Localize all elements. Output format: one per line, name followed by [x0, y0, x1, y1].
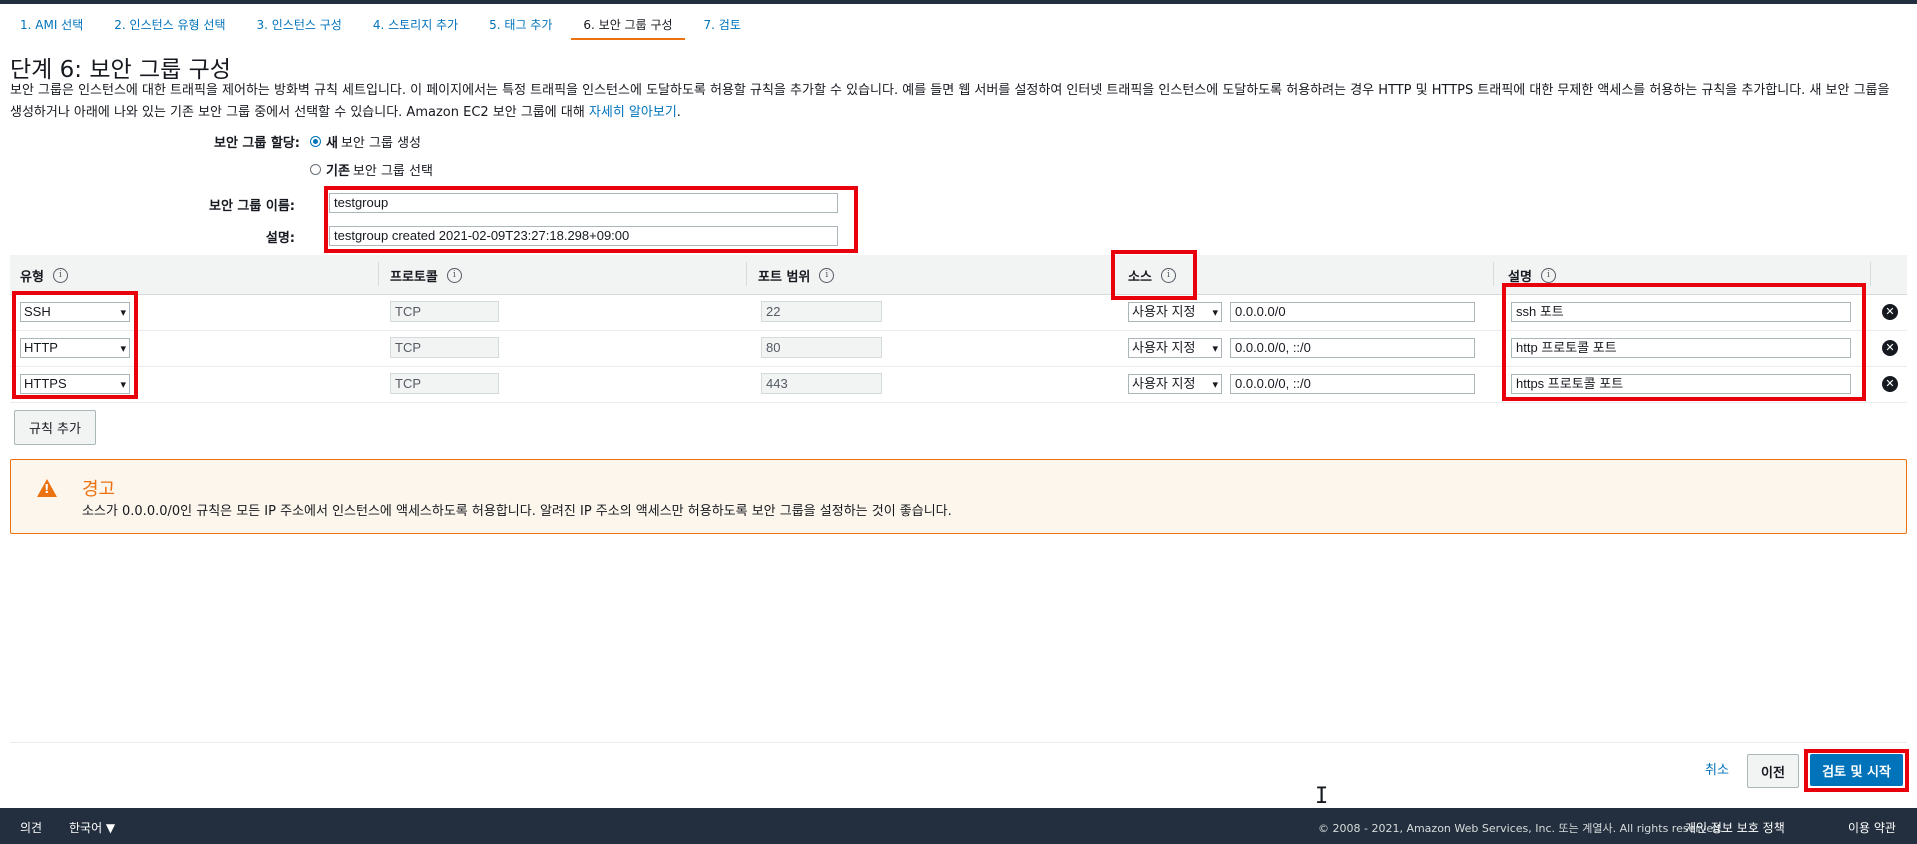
source-mode-select[interactable]: 사용자 지정 ▾ — [1128, 338, 1222, 358]
radio-existing-group[interactable]: 기존 보안 그룹 선택 — [310, 160, 433, 179]
highlight-box-description — [1502, 283, 1866, 401]
protocol-field: TCP — [390, 373, 499, 394]
warning-text: 소스가 0.0.0.0/0인 규칙은 모든 IP 주소에서 인스턴스에 액세스하… — [82, 504, 952, 519]
group-description-label: 설명: — [265, 231, 295, 246]
assignment-label: 보안 그룹 할당: — [213, 136, 300, 151]
info-icon[interactable]: i — [446, 268, 462, 283]
footer: 의견 한국어 ▼ © 2008 - 2021, Amazon Web Servi… — [0, 808, 1917, 844]
divider — [10, 742, 1907, 743]
chevron-down-icon: ▾ — [1212, 379, 1218, 391]
column-divider — [746, 262, 747, 286]
highlight-box-group-info — [324, 186, 858, 253]
tab-add-tags[interactable]: 5. 태그 추가 — [477, 12, 564, 40]
top-bar — [0, 0, 1917, 4]
source-mode-select[interactable]: 사용자 지정 ▾ — [1128, 374, 1222, 394]
highlight-box-type — [12, 291, 138, 399]
port-range-field: 80 — [761, 337, 882, 358]
port-range-field: 22 — [761, 301, 882, 322]
tab-security-group[interactable]: 6. 보안 그룹 구성 — [571, 12, 685, 40]
chevron-down-icon: ▾ — [1212, 343, 1218, 355]
header-port-range: 포트 범위 i — [758, 266, 835, 285]
protocol-field: TCP — [390, 337, 499, 358]
warning-icon: ! — [37, 479, 57, 497]
port-range-field: 443 — [761, 373, 882, 394]
header-type: 유형 i — [20, 266, 68, 285]
column-divider — [1493, 262, 1494, 286]
remove-rule-icon[interactable]: ✕ — [1882, 340, 1898, 356]
feedback-link[interactable]: 의견 — [20, 819, 42, 836]
tab-review[interactable]: 7. 검토 — [692, 12, 753, 40]
chevron-down-icon: ▾ — [1212, 307, 1218, 319]
group-name-label: 보안 그룹 이름: — [208, 199, 295, 214]
page-description: 보안 그룹은 인스턴스에 대한 트래픽을 제어하는 방화벽 규칙 세트입니다. … — [10, 83, 1890, 120]
copyright-text: © 2008 - 2021, Amazon Web Services, Inc.… — [1318, 822, 1724, 835]
source-cidr-input[interactable]: 0.0.0.0/0, ::/0 — [1230, 338, 1475, 358]
learn-more-link[interactable]: 자세히 알아보기 — [589, 105, 677, 120]
radio-unchecked-icon[interactable] — [310, 164, 321, 175]
protocol-field: TCP — [390, 301, 499, 322]
add-rule-button[interactable]: 규칙 추가 — [14, 410, 96, 445]
tab-add-storage[interactable]: 4. 스토리지 추가 — [361, 12, 470, 40]
column-divider — [1870, 262, 1871, 286]
remove-rule-icon[interactable]: ✕ — [1882, 376, 1898, 392]
page-title: 단계 6: 보안 그룹 구성 — [10, 57, 231, 83]
wizard-tabs: 1. AMI 선택 2. 인스턴스 유형 선택 3. 인스턴스 구성 4. 스토… — [8, 12, 760, 40]
remove-rule-icon[interactable]: ✕ — [1882, 304, 1898, 320]
warning-title: 경고 — [82, 479, 116, 500]
tab-ami[interactable]: 1. AMI 선택 — [8, 12, 95, 40]
highlight-box-launch — [1804, 749, 1909, 792]
source-cidr-input[interactable]: 0.0.0.0/0, ::/0 — [1230, 374, 1475, 394]
tab-instance-type[interactable]: 2. 인스턴스 유형 선택 — [102, 12, 237, 40]
radio-checked-icon[interactable] — [310, 136, 321, 147]
header-protocol: 프로토콜 i — [390, 266, 462, 285]
info-icon[interactable]: i — [52, 268, 68, 283]
terms-link[interactable]: 이용 약관 — [1848, 819, 1896, 836]
warning-alert: ! 경고 소스가 0.0.0.0/0인 규칙은 모든 IP 주소에서 인스턴스에… — [10, 459, 1907, 534]
source-mode-select[interactable]: 사용자 지정 ▾ — [1128, 302, 1222, 322]
info-icon[interactable]: i — [1540, 268, 1556, 283]
source-cidr-input[interactable]: 0.0.0.0/0 — [1230, 302, 1475, 322]
info-icon[interactable]: i — [819, 268, 835, 283]
privacy-link[interactable]: 개인 정보 보호 정책 — [1685, 819, 1785, 836]
radio-new-group[interactable]: 새 보안 그룹 생성 — [310, 132, 421, 151]
language-selector[interactable]: 한국어 ▼ — [69, 819, 115, 836]
column-divider — [378, 262, 379, 286]
previous-button[interactable]: 이전 — [1747, 754, 1799, 788]
highlight-box-source — [1111, 250, 1197, 300]
cancel-link[interactable]: 취소 — [1705, 759, 1729, 778]
tab-configure-instance[interactable]: 3. 인스턴스 구성 — [244, 12, 353, 40]
text-cursor-icon: I — [1315, 784, 1329, 809]
